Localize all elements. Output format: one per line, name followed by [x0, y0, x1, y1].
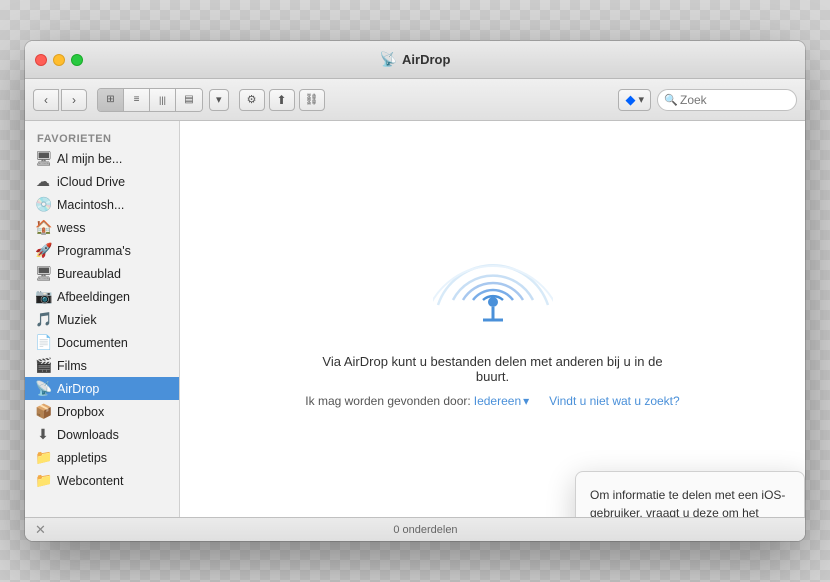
list-icon: ≡ — [134, 94, 140, 105]
sidebar-item-all-files[interactable]: 🖥 Al mijn be... — [25, 147, 179, 170]
finder-window: 📡 AirDrop ‹ › ⊞ ≡ ||| ▤ — [25, 41, 805, 541]
tooltip-popup: Om informatie te delen met een iOS-gebru… — [575, 471, 805, 517]
statusbar-items-count: 0 onderdelen — [56, 524, 795, 536]
share-icon: ⬆ — [277, 93, 287, 107]
toolbar: ‹ › ⊞ ≡ ||| ▤ ▾ ⚙ — [25, 79, 805, 121]
search-container: 🔍 — [657, 89, 797, 111]
sidebar-item-images[interactable]: 📷 Afbeeldingen — [25, 285, 179, 308]
icloud-icon: ☁ — [35, 173, 51, 190]
sidebar-item-webcontent[interactable]: 📁 Webcontent — [25, 469, 179, 492]
sidebar-item-desktop[interactable]: 🖥 Bureaublad — [25, 262, 179, 285]
sidebar-item-programmes[interactable]: 🚀 Programma's — [25, 239, 179, 262]
column-icon: ||| — [159, 95, 166, 105]
back-button[interactable]: ‹ — [33, 89, 59, 111]
grid-icon: ⊞ — [106, 94, 114, 105]
macintosh-icon: 💿 — [35, 196, 51, 213]
webcontent-icon: 📁 — [35, 472, 51, 489]
sidebar-section-label: Favorieten — [25, 129, 179, 147]
images-icon: 📷 — [35, 288, 51, 305]
sidebar-item-films[interactable]: 🎬 Films — [25, 354, 179, 377]
statusbar-close-button[interactable]: ✕ — [35, 522, 46, 538]
discoverable-value: Iedereen — [474, 394, 521, 408]
view-cover-button[interactable]: ▤ — [176, 89, 202, 111]
view-column-button[interactable]: ||| — [150, 89, 176, 111]
share-button[interactable]: ⬆ — [269, 89, 295, 111]
sidebar-item-music[interactable]: 🎵 Muziek — [25, 308, 179, 331]
sidebar-item-appletips[interactable]: 📁 appletips — [25, 446, 179, 469]
sidebar: Favorieten 🖥 Al mijn be... ☁ iCloud Driv… — [25, 121, 180, 517]
search-icon: 🔍 — [664, 93, 678, 106]
films-icon: 🎬 — [35, 357, 51, 374]
appletips-icon: 📁 — [35, 449, 51, 466]
view-icon-button[interactable]: ⊞ — [98, 89, 124, 111]
minimize-button[interactable] — [53, 54, 65, 66]
statusbar: ✕ 0 onderdelen — [25, 517, 805, 541]
airdrop-links: Ik mag worden gevonden door: Iedereen ▾ … — [305, 394, 679, 408]
maximize-button[interactable] — [71, 54, 83, 66]
airdrop-icon: 📡 — [35, 380, 51, 397]
dropbox-icon: ◆ — [625, 92, 635, 108]
desktop-icon: 🖥 — [35, 265, 51, 282]
sidebar-item-macintosh[interactable]: 💿 Macintosh... — [25, 193, 179, 216]
sidebar-item-documents[interactable]: 📄 Documenten — [25, 331, 179, 354]
programmes-icon: 🚀 — [35, 242, 51, 259]
window-title: 📡 AirDrop — [380, 51, 451, 68]
downloads-icon: ⬇ — [35, 426, 51, 443]
forward-button[interactable]: › — [61, 89, 87, 111]
main-area: Favorieten 🖥 Al mijn be... ☁ iCloud Driv… — [25, 121, 805, 517]
close-button[interactable] — [35, 54, 47, 66]
airdrop-description: Via AirDrop kunt u bestanden delen met a… — [318, 354, 668, 384]
find-link[interactable]: Vindt u niet wat u zoekt? — [549, 394, 680, 408]
gear-icon: ⚙ — [247, 93, 257, 106]
sidebar-item-airdrop[interactable]: 📡 AirDrop — [25, 377, 179, 400]
nav-buttons: ‹ › — [33, 89, 87, 111]
link-icon: ⛓ — [305, 93, 319, 106]
sidebar-item-dropbox[interactable]: 📦 Dropbox — [25, 400, 179, 423]
titlebar: 📡 AirDrop — [25, 41, 805, 79]
view-buttons: ⊞ ≡ ||| ▤ — [97, 88, 203, 112]
all-files-icon: 🖥 — [35, 150, 51, 167]
dropbox-button[interactable]: ◆ ▾ — [618, 89, 651, 111]
content-area: Via AirDrop kunt u bestanden delen met a… — [180, 121, 805, 517]
chevron-down-icon: ▾ — [216, 93, 222, 106]
dropbox-sidebar-icon: 📦 — [35, 403, 51, 420]
airdrop-graphic — [433, 230, 553, 330]
sidebar-item-downloads[interactable]: ⬇ Downloads — [25, 423, 179, 446]
music-icon: 🎵 — [35, 311, 51, 328]
dropbox-arrow: ▾ — [638, 93, 644, 106]
airdrop-svg — [433, 230, 553, 340]
view-options-dropdown[interactable]: ▾ — [209, 89, 229, 111]
sidebar-item-wess[interactable]: 🏠 wess — [25, 216, 179, 239]
discoverable-prefix: Ik mag worden gevonden door: — [305, 394, 470, 408]
tooltip-text: Om informatie te delen met een iOS-gebru… — [590, 486, 790, 517]
search-input[interactable] — [657, 89, 797, 111]
forward-icon: › — [72, 93, 76, 107]
discoverable-dropdown[interactable]: Iedereen ▾ — [474, 394, 529, 408]
action-button[interactable]: ⚙ — [239, 89, 265, 111]
view-list-button[interactable]: ≡ — [124, 89, 150, 111]
home-icon: 🏠 — [35, 219, 51, 236]
documents-icon: 📄 — [35, 334, 51, 351]
sidebar-item-icloud[interactable]: ☁ iCloud Drive — [25, 170, 179, 193]
traffic-lights — [35, 54, 83, 66]
back-icon: ‹ — [44, 93, 48, 107]
cover-icon: ▤ — [184, 94, 193, 105]
airdrop-title-icon: 📡 — [380, 51, 397, 68]
link-button[interactable]: ⛓ — [299, 89, 325, 111]
dropdown-arrow: ▾ — [523, 394, 529, 408]
